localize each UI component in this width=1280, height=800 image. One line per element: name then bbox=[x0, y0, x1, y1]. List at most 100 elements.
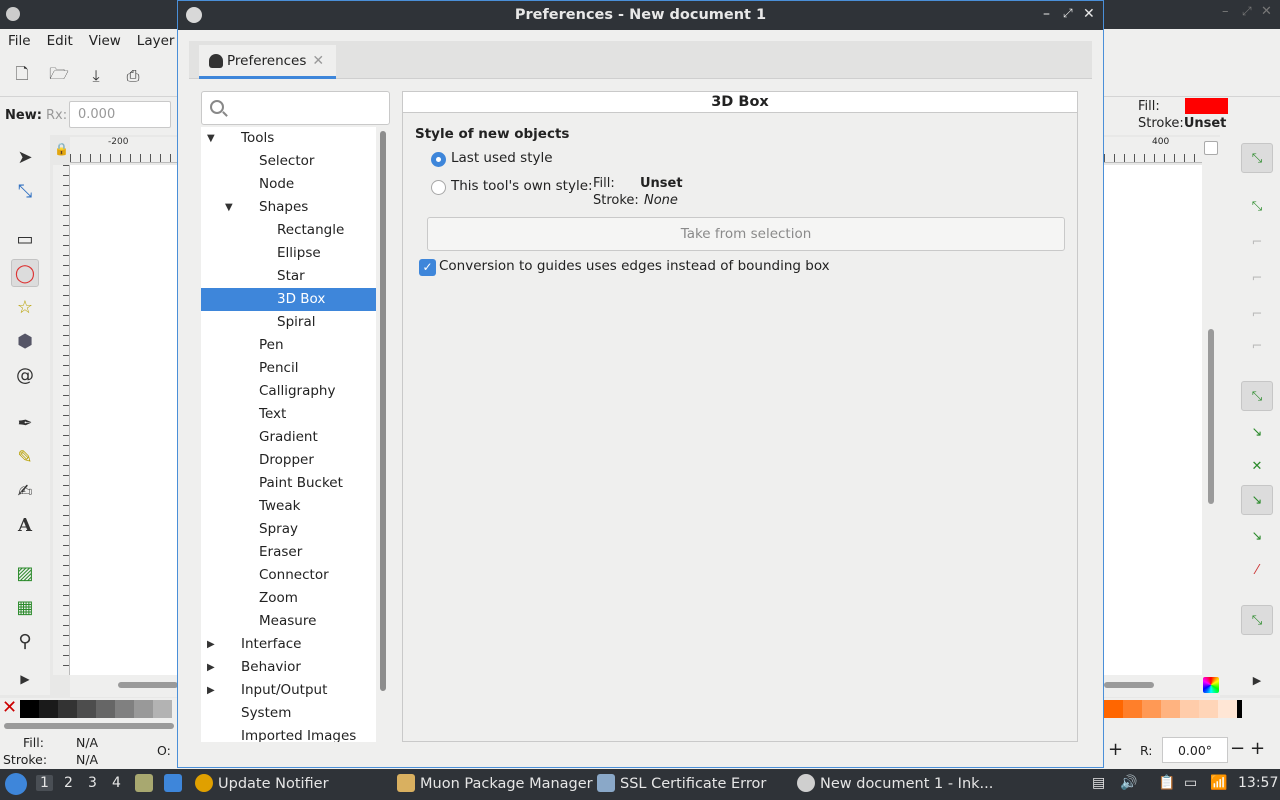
tree-item[interactable]: Imported Images bbox=[201, 725, 376, 742]
dialog-titlebar[interactable]: Preferences - New document 1 – ⤢ ✕ bbox=[178, 1, 1103, 30]
workspace-4[interactable]: 4 bbox=[112, 775, 121, 791]
snap-toggle-icon[interactable]: ⤡ bbox=[1241, 143, 1273, 173]
tree-item[interactable]: ▶ Behavior bbox=[201, 656, 376, 679]
open-icon[interactable]: 🗁 bbox=[48, 64, 70, 87]
tree-item[interactable]: System bbox=[201, 702, 376, 725]
tree-item[interactable]: Ellipse bbox=[201, 242, 376, 265]
menu-edit[interactable]: Edit bbox=[39, 33, 81, 49]
workspace-1[interactable]: 1 bbox=[36, 775, 53, 791]
pen-tool-icon[interactable]: ✒ bbox=[11, 409, 39, 437]
tree-item[interactable]: ▶ Interface bbox=[201, 633, 376, 656]
tree-item[interactable]: Pen bbox=[201, 334, 376, 357]
tree-item[interactable]: Spray bbox=[201, 518, 376, 541]
workspace-3[interactable]: 3 bbox=[88, 775, 97, 791]
rectangle-tool-icon[interactable]: ▭ bbox=[11, 225, 39, 253]
network-icon[interactable]: 📶 bbox=[1210, 775, 1227, 791]
palette-swatch[interactable] bbox=[1218, 700, 1237, 718]
no-paint-icon[interactable]: ✕ bbox=[2, 698, 20, 718]
vertical-scrollbar[interactable] bbox=[1202, 137, 1220, 697]
zoom-in-icon[interactable]: + bbox=[1108, 739, 1123, 760]
workspace-2[interactable]: 2 bbox=[64, 775, 73, 791]
horizontal-scrollbar-left[interactable] bbox=[70, 675, 178, 697]
print-icon[interactable]: ⎙ bbox=[122, 65, 144, 87]
minimize-icon[interactable]: – bbox=[1222, 4, 1229, 19]
palette-swatch[interactable] bbox=[77, 700, 96, 718]
node-tool-icon[interactable]: ⤡ bbox=[11, 177, 39, 205]
star-tool-icon[interactable]: ☆ bbox=[11, 293, 39, 321]
tree-item[interactable]: Eraser bbox=[201, 541, 376, 564]
tree-item[interactable]: Text bbox=[201, 403, 376, 426]
rotation-input[interactable]: 0.00° bbox=[1162, 737, 1228, 763]
palette-swatch[interactable] bbox=[134, 700, 153, 718]
snap-midpoints-icon[interactable]: ⁄ bbox=[1241, 555, 1273, 585]
canvas-right-visible[interactable] bbox=[1104, 165, 1202, 675]
expanded-arrow-icon[interactable]: ▼ bbox=[207, 127, 215, 150]
snap-paths-icon[interactable]: ↘ bbox=[1241, 417, 1273, 447]
conversion-guides-checkbox[interactable]: ✓ bbox=[419, 259, 436, 276]
maximize-icon[interactable]: ⤢ bbox=[1242, 4, 1252, 19]
palette-swatch[interactable] bbox=[1199, 700, 1218, 718]
save-icon[interactable]: ⤓ bbox=[85, 65, 107, 87]
rx-input[interactable]: 0.000 bbox=[69, 101, 171, 128]
mesh-tool-icon[interactable]: ▦ bbox=[11, 593, 39, 621]
ruler-lock-icon[interactable]: 🔒 bbox=[54, 142, 69, 156]
rotate-plus-icon[interactable]: + bbox=[1250, 738, 1265, 759]
palette-swatch[interactable] bbox=[20, 700, 39, 718]
tray-indicator-icon[interactable]: ▤ bbox=[1092, 775, 1105, 791]
snap-cusp-icon[interactable]: ↘ bbox=[1241, 485, 1273, 515]
menu-view[interactable]: View bbox=[81, 33, 129, 49]
collapsed-arrow-icon[interactable]: ▶ bbox=[207, 656, 215, 679]
palette-swatch[interactable] bbox=[1237, 700, 1242, 718]
collapsed-arrow-icon[interactable]: ▶ bbox=[207, 633, 215, 656]
menu-layer[interactable]: Layer bbox=[129, 33, 183, 49]
snap-expand-icon[interactable]: ▶ bbox=[1241, 665, 1273, 695]
color-management-icon[interactable] bbox=[1203, 677, 1219, 693]
battery-icon[interactable]: ▭ bbox=[1184, 775, 1197, 791]
tree-scrollbar[interactable] bbox=[377, 127, 389, 742]
tab-preferences[interactable]: Preferences ✕ bbox=[199, 45, 336, 79]
task-muon-package-manager[interactable]: Muon Package Manager bbox=[420, 776, 593, 792]
horizontal-scrollbar-right[interactable] bbox=[1104, 675, 1202, 697]
volume-icon[interactable]: 🔊 bbox=[1120, 775, 1137, 791]
palette-swatch[interactable] bbox=[1161, 700, 1180, 718]
last-used-style-radio[interactable] bbox=[431, 152, 446, 167]
task-inkscape[interactable]: New document 1 - Ink... bbox=[820, 776, 993, 792]
tree-item[interactable]: Dropper bbox=[201, 449, 376, 472]
rotate-minus-icon[interactable]: − bbox=[1230, 738, 1245, 759]
palette-swatch[interactable] bbox=[115, 700, 134, 718]
tree-item[interactable]: Selector bbox=[201, 150, 376, 173]
expand-toolbox-icon[interactable]: ▶ bbox=[11, 665, 39, 693]
spiral-tool-icon[interactable]: @ bbox=[11, 361, 39, 389]
text-tool-icon[interactable]: A bbox=[11, 511, 39, 539]
task-ssl-certificate-error[interactable]: SSL Certificate Error bbox=[620, 776, 766, 792]
tree-item[interactable]: Paint Bucket bbox=[201, 472, 376, 495]
collapsed-arrow-icon[interactable]: ▶ bbox=[207, 679, 215, 702]
tree-item[interactable]: ▶ Input/Output bbox=[201, 679, 376, 702]
menu-file[interactable]: File bbox=[0, 33, 39, 49]
gradient-tool-icon[interactable]: ▨ bbox=[11, 559, 39, 587]
clipboard-icon[interactable]: 📋 bbox=[1158, 775, 1175, 791]
tree-item[interactable]: Calligraphy bbox=[201, 380, 376, 403]
canvas-left-visible[interactable] bbox=[70, 165, 178, 675]
palette-swatch[interactable] bbox=[39, 700, 58, 718]
own-style-radio[interactable] bbox=[431, 180, 446, 195]
tree-item[interactable]: Gradient bbox=[201, 426, 376, 449]
fill-swatch[interactable] bbox=[1185, 98, 1228, 114]
tree-item[interactable]: ▼ Shapes bbox=[201, 196, 376, 219]
palette-swatch[interactable] bbox=[153, 700, 172, 718]
palette-swatch[interactable] bbox=[1123, 700, 1142, 718]
take-from-selection-button[interactable]: Take from selection bbox=[427, 217, 1065, 251]
file-manager-icon[interactable] bbox=[135, 774, 153, 792]
tree-item[interactable]: Star bbox=[201, 265, 376, 288]
tree-item[interactable]: Spiral bbox=[201, 311, 376, 334]
tree-item[interactable]: Node bbox=[201, 173, 376, 196]
snap-bbox-edge-icon[interactable]: ⌐ bbox=[1241, 227, 1273, 257]
snap-others-icon[interactable]: ⤡ bbox=[1241, 605, 1273, 635]
snap-bbox-center-icon[interactable]: ⌐ bbox=[1241, 331, 1273, 361]
tree-item[interactable]: Zoom bbox=[201, 587, 376, 610]
tree-item[interactable]: ▼ Tools bbox=[201, 127, 376, 150]
tree-item[interactable]: Measure bbox=[201, 610, 376, 633]
expanded-arrow-icon[interactable]: ▼ bbox=[225, 196, 233, 219]
last-used-style-label[interactable]: Last used style bbox=[451, 150, 553, 166]
zoom-correction-icon[interactable] bbox=[1204, 141, 1218, 155]
